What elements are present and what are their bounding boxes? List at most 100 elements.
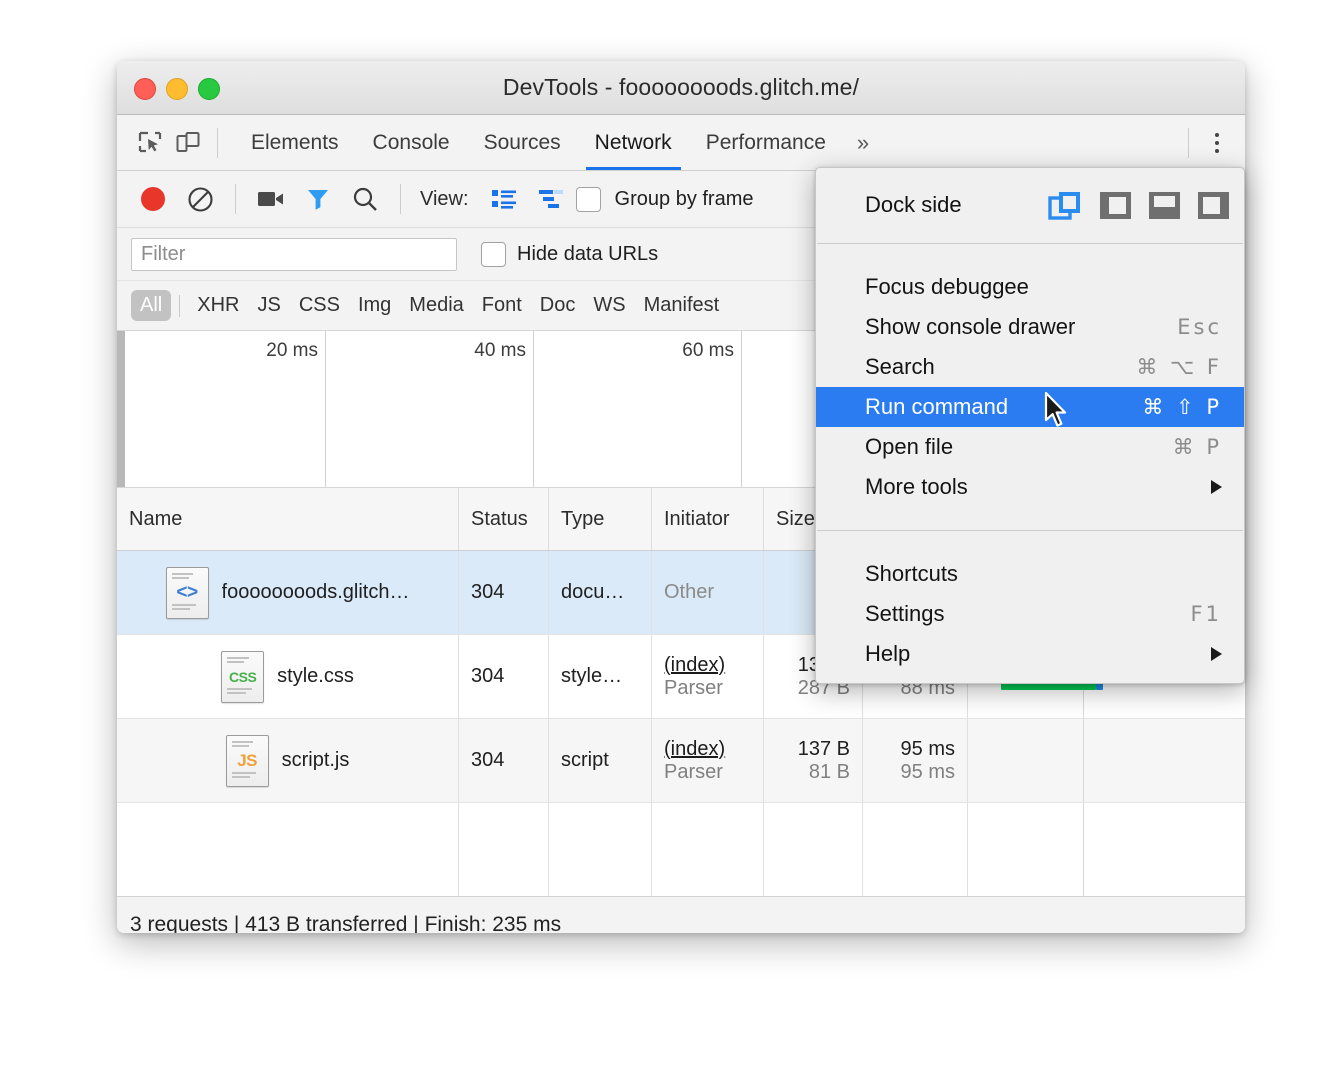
- css-glyph: CSS: [229, 669, 256, 685]
- column-header-status[interactable]: Status: [459, 488, 549, 550]
- devtools-tabbar: Elements Console Sources Network Perform…: [117, 115, 1245, 171]
- menu-item-search[interactable]: Search ⌘ ⌥ F: [816, 347, 1244, 387]
- menu-spacer: [816, 538, 1244, 554]
- dock-to-right-icon[interactable]: [1197, 191, 1230, 220]
- type-filter-ws[interactable]: WS: [584, 290, 634, 321]
- menu-item-label: Run command: [865, 394, 1008, 420]
- js-glyph: JS: [237, 751, 257, 771]
- column-header-initiator[interactable]: Initiator: [652, 488, 764, 550]
- type-filter-media[interactable]: Media: [400, 290, 472, 321]
- filter-button[interactable]: [296, 177, 340, 221]
- type-filter-xhr[interactable]: XHR: [188, 290, 248, 321]
- list-view-icon: [491, 188, 517, 210]
- dock-to-bottom-icon[interactable]: [1148, 191, 1181, 220]
- toolbar-divider-1: [235, 184, 236, 214]
- time-sub: 95 ms: [901, 761, 955, 784]
- toolbar-divider-2: [400, 184, 401, 214]
- cell-initiator: (index) Parser: [652, 719, 764, 802]
- type-filter-img[interactable]: Img: [349, 290, 400, 321]
- type-filter-font[interactable]: Font: [473, 290, 531, 321]
- type-filter-divider: [179, 295, 180, 317]
- js-file-icon: JS: [226, 735, 269, 787]
- waterfall-view-button[interactable]: [529, 177, 573, 221]
- empty-cell: [549, 803, 652, 896]
- menu-item-accelerator: ⌘ ⇧ P: [1142, 395, 1222, 419]
- initiator-link[interactable]: (index): [664, 654, 751, 677]
- cell-time: 95 ms 95 ms: [863, 719, 968, 802]
- menu-item-focus-debuggee[interactable]: Focus debuggee: [816, 267, 1244, 307]
- clear-button[interactable]: [178, 177, 222, 221]
- menu-item-label: Shortcuts: [865, 561, 958, 587]
- kebab-menu-icon[interactable]: [1199, 127, 1233, 159]
- cell-status: 304: [459, 551, 549, 634]
- menu-item-show-console-drawer[interactable]: Show console drawer Esc: [816, 307, 1244, 347]
- table-row[interactable]: JS script.js 304 script (index) Parser 1…: [117, 719, 1245, 803]
- initiator-sub: Parser: [664, 761, 751, 784]
- request-name: script.js: [282, 749, 350, 772]
- tab-sources[interactable]: Sources: [467, 115, 578, 170]
- list-view-button[interactable]: [482, 177, 526, 221]
- menu-divider-1: [817, 243, 1243, 244]
- tab-console[interactable]: Console: [356, 115, 467, 170]
- overview-left-handle[interactable]: [117, 331, 125, 487]
- group-by-frame-checkbox[interactable]: [576, 187, 601, 212]
- table-empty-area: [117, 803, 1245, 896]
- initiator-link[interactable]: (index): [664, 738, 751, 761]
- overview-tick-20ms: 20 ms: [266, 340, 325, 362]
- empty-cell: [863, 803, 968, 896]
- overview-gridline-40: [533, 331, 534, 487]
- record-button[interactable]: [131, 177, 175, 221]
- cell-status: 304: [459, 635, 549, 718]
- group-by-frame-label: Group by frame: [615, 188, 754, 211]
- menu-item-open-file[interactable]: Open file ⌘ P: [816, 427, 1244, 467]
- capture-screenshots-button[interactable]: [249, 177, 293, 221]
- tabbar-right-group: [1178, 127, 1233, 159]
- menu-item-run-command[interactable]: Run command ⌘ ⇧ P: [816, 387, 1244, 427]
- tab-performance[interactable]: Performance: [689, 115, 843, 170]
- cell-size: 137 B 81 B: [764, 719, 863, 802]
- mouse-cursor: [1044, 392, 1070, 435]
- type-filter-all[interactable]: All: [131, 290, 171, 321]
- dock-to-left-icon[interactable]: [1099, 191, 1132, 220]
- minimize-window-button[interactable]: [166, 78, 188, 100]
- column-header-name[interactable]: Name: [117, 488, 459, 550]
- cell-name: CSS style.css: [117, 635, 459, 718]
- close-window-button[interactable]: [134, 78, 156, 100]
- search-button[interactable]: [343, 177, 387, 221]
- submenu-arrow-icon: [1211, 647, 1222, 661]
- tab-network[interactable]: Network: [578, 115, 689, 170]
- initiator-sub: Parser: [664, 677, 751, 700]
- dock-side-options: [1048, 190, 1230, 221]
- menu-item-help[interactable]: Help: [816, 634, 1244, 674]
- time-main: 95 ms: [901, 738, 955, 761]
- cell-status: 304: [459, 719, 549, 802]
- inspect-element-icon[interactable]: [131, 124, 169, 162]
- request-name: style.css: [277, 665, 354, 688]
- filter-input[interactable]: [131, 238, 457, 271]
- clear-icon: [187, 186, 214, 213]
- camera-icon: [257, 189, 285, 209]
- window-controls: [134, 78, 220, 100]
- more-tabs-chevron-icon[interactable]: »: [843, 130, 883, 156]
- maximize-window-button[interactable]: [198, 78, 220, 100]
- menu-item-label: Show console drawer: [865, 314, 1075, 340]
- tab-elements[interactable]: Elements: [234, 115, 356, 170]
- column-header-type[interactable]: Type: [549, 488, 652, 550]
- empty-cell: [459, 803, 549, 896]
- overview-gridline-60: [741, 331, 742, 487]
- device-toolbar-icon[interactable]: [169, 124, 207, 162]
- menu-item-settings[interactable]: Settings F1: [816, 594, 1244, 634]
- hide-data-urls-checkbox[interactable]: [481, 242, 506, 267]
- window-title: DevTools - foooooooods.glitch.me/: [117, 74, 1245, 101]
- menu-item-shortcuts[interactable]: Shortcuts: [816, 554, 1244, 594]
- overview-tick-40ms: 40 ms: [474, 340, 533, 362]
- type-filter-css[interactable]: CSS: [290, 290, 349, 321]
- type-filter-manifest[interactable]: Manifest: [635, 290, 729, 321]
- overview-tick-60ms: 60 ms: [682, 340, 741, 362]
- code-glyph: <>: [176, 582, 197, 604]
- dock-side-label: Dock side: [865, 192, 962, 218]
- undock-into-separate-window-icon[interactable]: [1048, 190, 1083, 221]
- menu-item-more-tools[interactable]: More tools: [816, 467, 1244, 507]
- type-filter-js[interactable]: JS: [248, 290, 289, 321]
- type-filter-doc[interactable]: Doc: [531, 290, 585, 321]
